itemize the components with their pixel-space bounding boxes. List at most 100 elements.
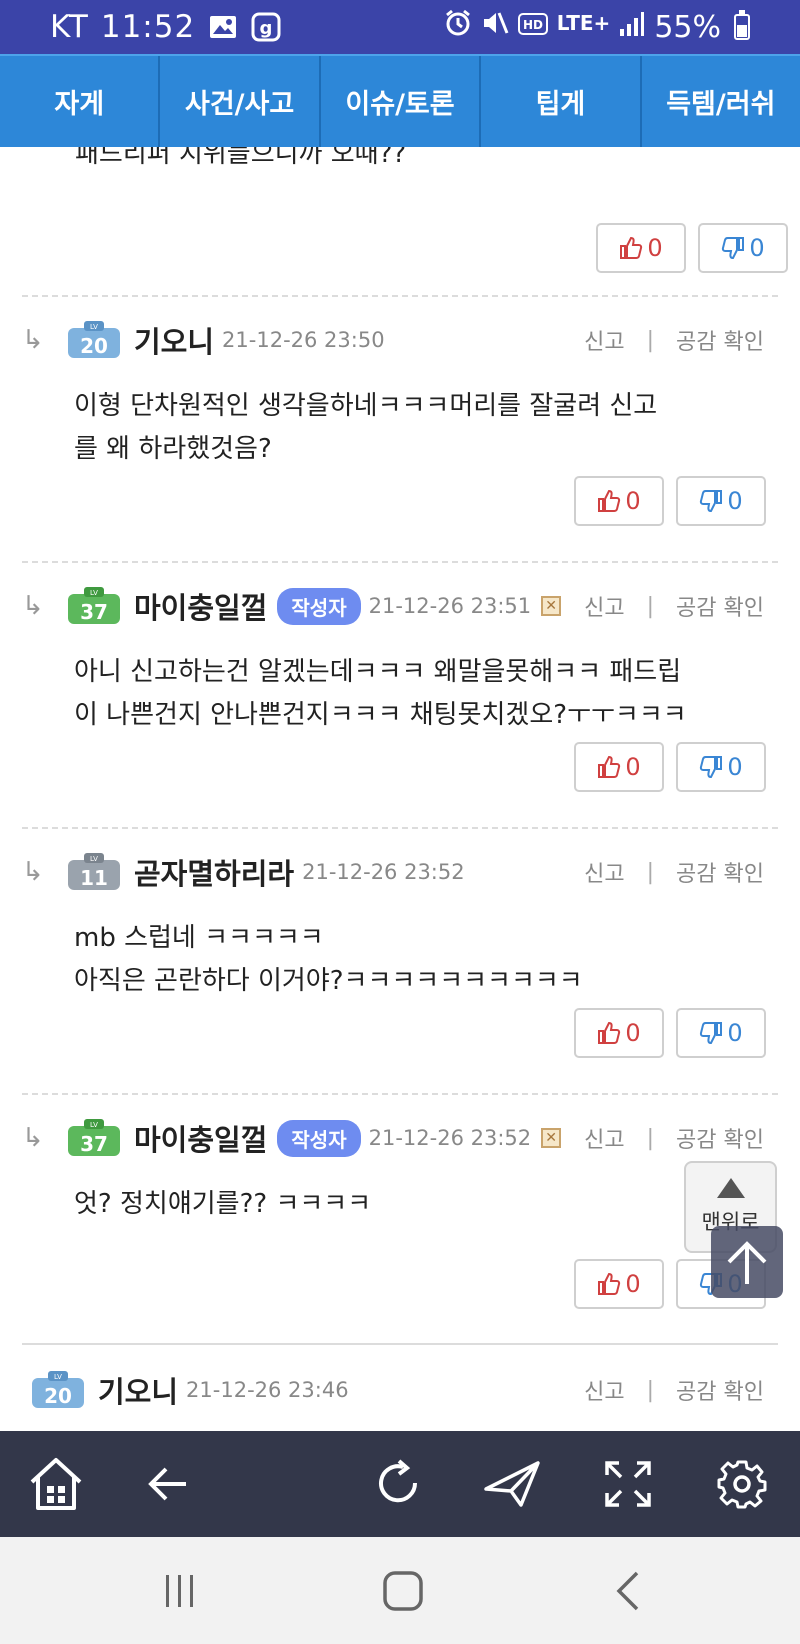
downvote-button[interactable]: 0 — [676, 476, 766, 526]
settings-button[interactable] — [702, 1431, 782, 1537]
writer-badge: 작성자 — [277, 587, 361, 625]
back-nav-button[interactable] — [578, 1537, 678, 1644]
network-type: LTE — [556, 11, 594, 35]
tab-issues[interactable]: 이슈/토론 — [321, 56, 482, 147]
thumbs-up-icon — [598, 755, 621, 778]
comment-line: 이 나쁜건지 안나쁜건지ㅋㅋㅋ 채팅못치겠오?ㅜㅜㅋㅋㅋ — [74, 700, 687, 730]
comment-body: 아니 신고하는건 알겠는데ㅋㅋㅋ 왜말을못해ㅋㅋ 패드립 이 나쁜건지 안나쁜건… — [74, 651, 754, 737]
cut-comment-text: 패드리퍼 지위들으니까 오때?? — [75, 147, 407, 169]
recent-apps-button[interactable] — [130, 1537, 230, 1644]
comment-line: 이형 단차원적인 생각을하네ㅋㅋㅋ머리를 잘굴려 신고 — [74, 391, 658, 421]
likes-check-link[interactable]: 공감 확인 — [676, 590, 764, 622]
comment-author[interactable]: 기오니 — [98, 1369, 178, 1411]
level-lv-text: LV — [90, 589, 98, 597]
downvote-count: 0 — [727, 1019, 743, 1047]
comment-divider — [22, 1093, 778, 1095]
status-right-group: HD LTE+ 55% — [444, 9, 750, 45]
upvote-count: 0 — [625, 1019, 641, 1047]
comment-actions: 신고 | 공감 확인 — [584, 315, 764, 365]
level-lv-text: LV — [54, 1373, 62, 1381]
downvote-count: 0 — [727, 487, 743, 515]
comment-actions: 신고 | 공감 확인 — [584, 1113, 764, 1163]
tab-free-board[interactable]: 자게 — [0, 56, 161, 147]
refresh-icon — [379, 1459, 418, 1503]
report-link[interactable]: 신고 — [584, 324, 624, 356]
level-lv-text: LV — [90, 1121, 98, 1129]
likes-check-link[interactable]: 공감 확인 — [676, 1374, 764, 1406]
tab-tips[interactable]: 팁게 — [481, 56, 642, 147]
upvote-count: 0 — [625, 1270, 641, 1298]
tab-deals[interactable]: 득템/러쉬 — [642, 56, 800, 147]
home-button[interactable] — [16, 1431, 96, 1537]
home-icon — [30, 1458, 82, 1510]
arrow-up-icon — [727, 1241, 767, 1284]
writer-badge: 작성자 — [277, 1119, 361, 1157]
level-number: 20 — [80, 334, 108, 358]
upvote-button[interactable]: 0 — [574, 476, 664, 526]
share-button[interactable] — [472, 1431, 552, 1537]
comment-header: ↳ LV 11 곧자멸하리라 21-12-26 23:52 신고 | 공감 확인 — [22, 847, 778, 897]
comment-line: mb 스럽네 ㅋㅋㅋㅋㅋ — [74, 923, 324, 953]
action-separator: | — [646, 593, 655, 619]
tab-incidents[interactable]: 사건/사고 — [160, 56, 321, 147]
report-link[interactable]: 신고 — [584, 1122, 624, 1154]
report-link[interactable]: 신고 — [584, 1374, 624, 1406]
level-lv-text: LV — [90, 323, 98, 331]
comment-author[interactable]: 곧자멸하리라 — [134, 851, 294, 893]
back-button[interactable] — [128, 1431, 208, 1537]
level-badge-icon: LV 37 — [66, 586, 122, 626]
refresh-button[interactable] — [358, 1431, 438, 1537]
comment-divider — [22, 1343, 778, 1345]
upvote-button[interactable]: 0 — [596, 223, 686, 273]
comment-author[interactable]: 기오니 — [134, 319, 214, 361]
upvote-button[interactable]: 0 — [574, 1259, 664, 1309]
upvote-count: 0 — [625, 487, 641, 515]
g-app-icon: g — [251, 12, 281, 42]
action-separator: | — [646, 1125, 655, 1151]
scroll-up-arrow-button[interactable] — [711, 1226, 783, 1298]
downvote-button[interactable]: 0 — [676, 742, 766, 792]
comment-list: 패드리퍼 지위들으니까 오때?? 0 0 ↳ LV 20 기오니 21-12-26… — [0, 147, 800, 1431]
settings-icon — [717, 1460, 767, 1509]
level-number: 20 — [44, 1384, 72, 1408]
comment-line: 엇? 정치얘기를?? ㅋㅋㅋㅋ — [74, 1189, 372, 1219]
delete-x-icon[interactable]: ✕ — [541, 596, 562, 616]
comment-line: 를 왜 하라했것음? — [74, 434, 272, 464]
upvote-button[interactable]: 0 — [574, 742, 664, 792]
report-link[interactable]: 신고 — [584, 590, 624, 622]
upvote-count: 0 — [647, 234, 663, 262]
home-nav-button[interactable] — [353, 1537, 453, 1644]
comment-actions: 신고 | 공감 확인 — [584, 581, 764, 631]
likes-check-link[interactable]: 공감 확인 — [676, 1122, 764, 1154]
thumbs-down-icon — [700, 756, 723, 779]
comment-author[interactable]: 마이충일껄 — [134, 585, 267, 627]
thumbs-down-icon — [700, 490, 723, 513]
delete-x-icon[interactable]: ✕ — [541, 1128, 562, 1148]
comment-actions: 신고 | 공감 확인 — [584, 1365, 764, 1415]
status-bar: KT 11:52 g HD LTE+ 55% — [0, 0, 800, 54]
gallery-icon — [209, 15, 237, 39]
downvote-button[interactable]: 0 — [698, 223, 788, 273]
upvote-button[interactable]: 0 — [574, 1008, 664, 1058]
comment-author[interactable]: 마이충일껄 — [134, 1117, 267, 1159]
comment-actions: 신고 | 공감 확인 — [584, 847, 764, 897]
report-link[interactable]: 신고 — [584, 856, 624, 888]
action-separator: | — [646, 1377, 655, 1403]
downvote-button[interactable]: 0 — [676, 1008, 766, 1058]
recent-apps-icon — [166, 1574, 193, 1607]
downvote-count: 0 — [727, 753, 743, 781]
vote-buttons: 0 0 — [574, 1008, 766, 1058]
fullscreen-button[interactable] — [588, 1431, 668, 1537]
likes-check-link[interactable]: 공감 확인 — [676, 856, 764, 888]
vote-buttons: 0 0 — [574, 742, 766, 792]
upvote-count: 0 — [625, 753, 641, 781]
comment-timestamp: 21-12-26 23:50 — [222, 328, 385, 352]
level-badge-icon: LV 20 — [66, 320, 122, 360]
reply-arrow-icon: ↳ — [22, 857, 44, 887]
comment-timestamp: 21-12-26 23:51 — [368, 594, 532, 618]
system-nav-bar — [0, 1537, 800, 1644]
mute-icon — [481, 9, 509, 45]
comment-timestamp: 21-12-26 23:46 — [186, 1378, 349, 1402]
likes-check-link[interactable]: 공감 확인 — [676, 324, 764, 356]
comment-header: ↳ LV 37 마이충일껄 작성자 21-12-26 23:51 ✕ 신고 | 공… — [22, 581, 778, 631]
